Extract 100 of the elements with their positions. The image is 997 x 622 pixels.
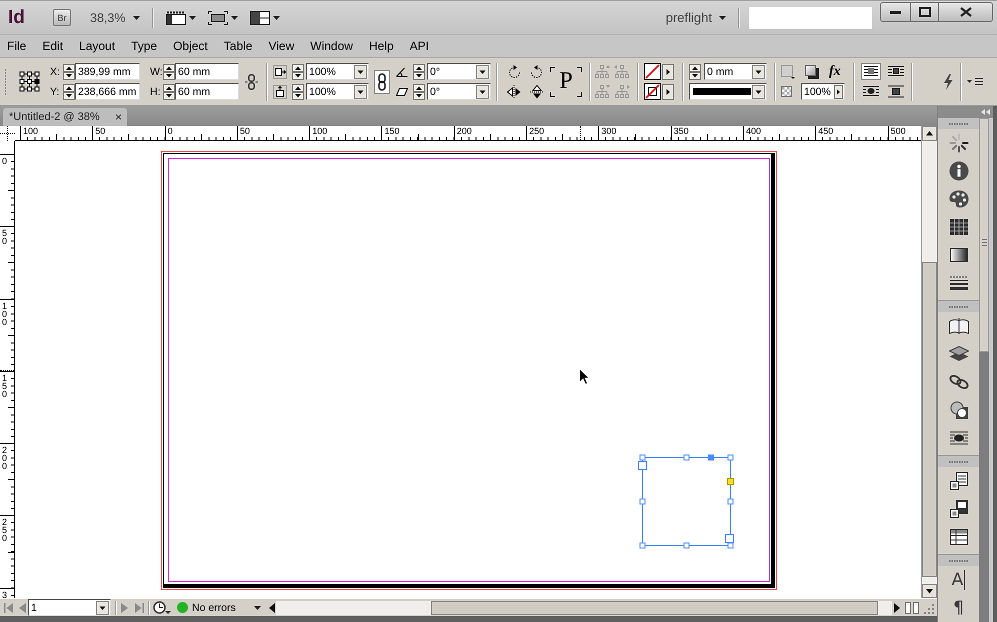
lines-icon[interactable] — [950, 276, 968, 290]
arrow-button-icon[interactable] — [834, 84, 843, 98]
search-field[interactable] — [749, 6, 872, 28]
stepper-icon[interactable] — [413, 64, 425, 80]
spinner-icon[interactable] — [948, 133, 968, 153]
stroke-swatch-icon[interactable] — [644, 83, 661, 100]
scale-x-field[interactable]: 100% — [306, 63, 369, 80]
open-book-icon[interactable] — [948, 318, 968, 334]
selection-handle[interactable] — [708, 454, 714, 460]
menu-item[interactable]: Help — [368, 39, 394, 53]
split-view-icon[interactable] — [905, 602, 919, 614]
height-field[interactable]: 60 mm — [175, 83, 239, 100]
overlapping-circles-icon[interactable] — [950, 401, 968, 419]
text-wrap-icon[interactable] — [950, 431, 968, 445]
stepper-icon[interactable] — [413, 84, 425, 100]
table-icon[interactable] — [950, 529, 968, 545]
menu-item[interactable]: File — [7, 39, 26, 53]
scrollbar-thumb[interactable] — [979, 118, 989, 352]
scroll-up-icon[interactable] — [922, 126, 937, 141]
stepper-icon[interactable] — [689, 64, 701, 80]
stepper-icon[interactable] — [292, 84, 304, 100]
opacity-field[interactable]: 100% — [801, 83, 845, 100]
scrollbar-thumb[interactable] — [922, 262, 937, 577]
rotation-field[interactable]: 0° — [427, 63, 491, 80]
stepper-icon[interactable] — [63, 84, 75, 100]
corner-options-handle[interactable] — [727, 478, 734, 485]
jump-object-icon[interactable] — [886, 83, 906, 100]
flip-vertical-icon[interactable] — [530, 84, 544, 98]
resize-handle[interactable] — [684, 454, 690, 460]
grip-icon[interactable] — [4, 68, 7, 94]
arrange-documents-button[interactable] — [250, 10, 280, 24]
styles-icon[interactable] — [950, 472, 968, 490]
chain-link-icon[interactable] — [374, 70, 390, 94]
view-options-button[interactable] — [166, 10, 196, 24]
scrollbar-thumb[interactable] — [431, 600, 878, 614]
stroke-weight-field[interactable]: 0 mm — [704, 63, 767, 80]
menu-item[interactable]: Layout — [79, 39, 116, 53]
scroll-down-icon[interactable] — [922, 584, 937, 598]
effects-button[interactable]: fx — [829, 64, 841, 80]
stepper-icon[interactable] — [163, 84, 175, 100]
flip-horizontal-icon[interactable] — [507, 84, 521, 98]
arrow-button-icon[interactable] — [662, 64, 674, 80]
no-wrap-icon[interactable] — [861, 63, 881, 80]
graphic-frame[interactable] — [642, 457, 731, 546]
dotted-square-icon[interactable] — [781, 64, 795, 78]
scale-y-field[interactable]: 100% — [306, 83, 369, 100]
menu-item[interactable]: Object — [173, 39, 208, 53]
close-button[interactable] — [939, 2, 993, 22]
arrow-button-icon[interactable] — [662, 84, 674, 100]
minimize-button[interactable] — [880, 2, 911, 22]
info-icon[interactable] — [948, 161, 968, 181]
palette-icon[interactable] — [948, 189, 968, 209]
resize-handle[interactable] — [728, 498, 734, 504]
error-status-dropdown[interactable]: No errors — [175, 600, 264, 616]
menu-item[interactable]: View — [268, 39, 294, 53]
page-number-field[interactable]: 1 — [28, 599, 111, 616]
document-tab[interactable]: *Untitled-2 @ 38% × — [3, 108, 127, 126]
resize-handle[interactable] — [728, 542, 734, 548]
in-port-handle[interactable] — [638, 461, 647, 470]
layers-icon[interactable] — [948, 346, 968, 362]
menu-item[interactable]: Edit — [42, 39, 64, 53]
resize-handle[interactable] — [640, 498, 646, 504]
resize-grip-icon[interactable] — [922, 602, 934, 614]
out-port-handle[interactable] — [725, 534, 734, 543]
stepper-icon[interactable] — [163, 64, 175, 80]
chain-icon[interactable] — [245, 74, 258, 90]
scrollbar-track[interactable] — [979, 118, 989, 622]
clock-icon[interactable] — [153, 601, 171, 614]
resize-handle[interactable] — [640, 454, 646, 460]
rotate-clockwise-icon[interactable] — [507, 64, 521, 78]
grid-icon[interactable] — [950, 219, 968, 235]
fill-swatch-icon[interactable] — [644, 63, 661, 80]
styles-icon[interactable] — [950, 500, 968, 518]
menu-item[interactable]: API — [410, 39, 429, 53]
reference-point-icon[interactable] — [19, 71, 40, 92]
menu-item[interactable]: Window — [310, 39, 353, 53]
resize-handle[interactable] — [640, 542, 646, 548]
x-position-field[interactable]: 389,99 mm — [75, 63, 140, 80]
width-field[interactable]: 60 mm — [175, 63, 239, 80]
chain-icon[interactable] — [948, 374, 968, 390]
menu-item[interactable]: Type — [131, 39, 158, 53]
collapse-icon[interactable] — [981, 109, 990, 115]
stepper-icon[interactable] — [63, 64, 75, 80]
stroke-type-field[interactable] — [689, 83, 767, 100]
panel-menu-icon[interactable] — [967, 77, 983, 86]
screen-mode-button[interactable] — [208, 10, 238, 24]
workspace-dropdown[interactable]: preflight — [666, 10, 726, 25]
gradient-icon[interactable] — [950, 248, 968, 262]
lightning-icon[interactable] — [943, 74, 953, 90]
resize-handle[interactable] — [684, 542, 690, 548]
shear-field[interactable]: 0° — [427, 83, 491, 100]
resize-handle[interactable] — [728, 454, 734, 460]
bridge-button[interactable]: Br — [53, 9, 71, 26]
rotate-counterclockwise-icon[interactable] — [530, 64, 544, 78]
paragraph-panel-button[interactable]: ¶ — [953, 598, 964, 618]
character-panel-button[interactable]: A — [952, 570, 966, 590]
close-tab-button[interactable]: × — [114, 110, 122, 124]
drop-shadow-icon[interactable] — [805, 64, 819, 78]
stepper-icon[interactable] — [292, 64, 304, 80]
y-position-field[interactable]: 238,666 mm — [75, 83, 140, 100]
